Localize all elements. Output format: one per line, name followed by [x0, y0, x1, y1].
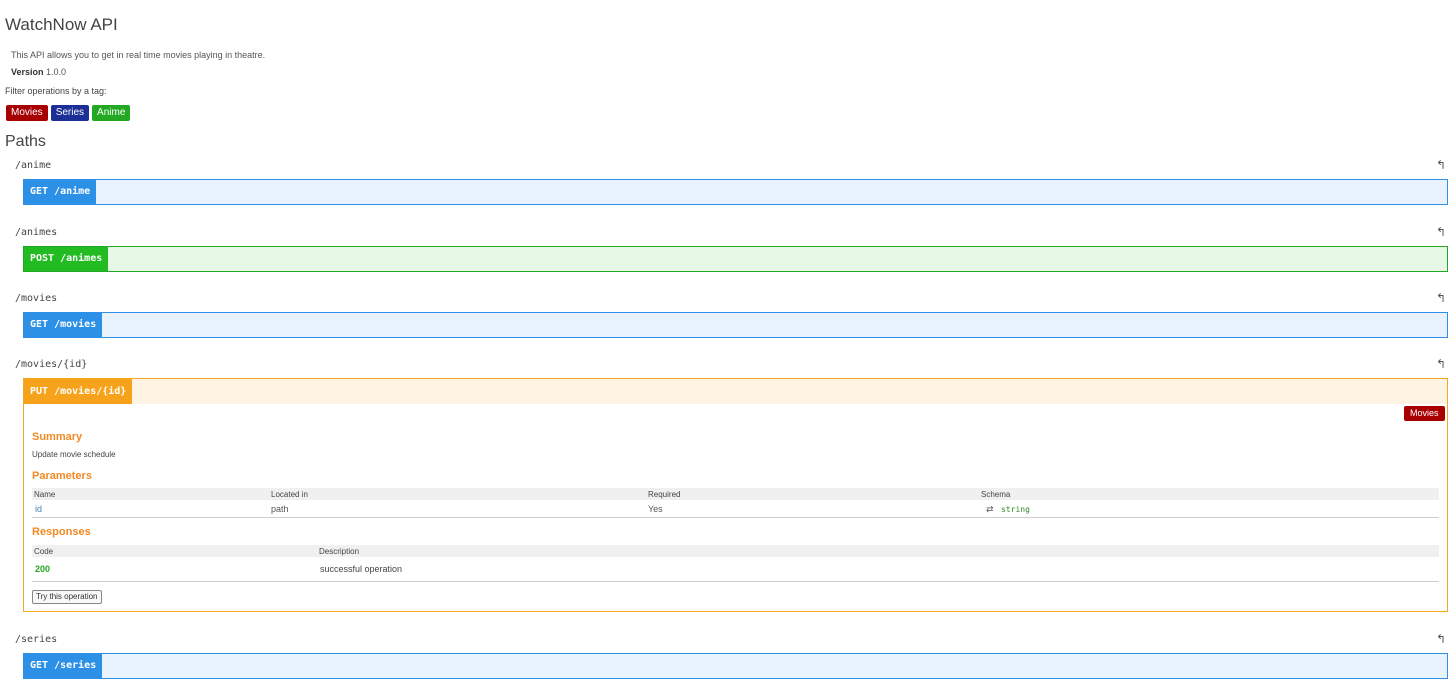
tag-anime[interactable]: Anime — [92, 105, 131, 121]
parameters-heading: Parameters — [32, 470, 92, 482]
path-movies: /movies — [15, 293, 58, 304]
api-version: Version 1.0.0 — [11, 67, 66, 77]
path-series: /series — [15, 634, 58, 645]
parameters-header-row: Name Located in Required Schema — [32, 488, 1439, 500]
operation-tag-badge[interactable]: Movies — [1404, 406, 1445, 421]
response-description: successful operation — [320, 564, 403, 574]
summary-heading: Summary — [32, 431, 83, 443]
back-arrow-icon[interactable]: ↰ — [1436, 291, 1446, 305]
operation-label[interactable]: GET /anime — [24, 180, 97, 204]
col-name: Name — [34, 490, 56, 499]
operation-label[interactable]: GET /movies — [24, 313, 103, 337]
col-description: Description — [319, 547, 360, 556]
version-value: 1.0.0 — [46, 67, 67, 77]
operation-label[interactable]: PUT /movies/{id} — [24, 379, 133, 404]
back-arrow-icon[interactable]: ↰ — [1436, 225, 1446, 239]
operation-get-series[interactable]: GET /series — [23, 653, 1448, 679]
col-required: Required — [648, 490, 681, 499]
summary-text: Update movie schedule — [32, 450, 116, 459]
responses-header-row: Code Description — [32, 545, 1439, 557]
param-name: id — [35, 504, 43, 514]
operation-header[interactable]: PUT /movies/{id} — [24, 379, 1447, 404]
try-operation-button[interactable]: Try this operation — [32, 590, 102, 604]
responses-heading: Responses — [32, 526, 91, 538]
path-movies-id: /movies/{id} — [15, 359, 88, 370]
back-arrow-icon[interactable]: ↰ — [1436, 357, 1446, 371]
tag-movies[interactable]: Movies — [6, 105, 48, 121]
param-required: Yes — [648, 504, 663, 514]
back-arrow-icon[interactable]: ↰ — [1436, 158, 1446, 172]
tag-series[interactable]: Series — [50, 105, 90, 121]
col-located-in: Located in — [271, 490, 308, 499]
operation-label[interactable]: POST /animes — [24, 247, 109, 271]
col-code: Code — [34, 547, 54, 556]
api-title: WatchNow API — [5, 15, 118, 34]
back-arrow-icon[interactable]: ↰ — [1436, 632, 1446, 646]
divider — [32, 517, 1439, 518]
filter-label: Filter operations by a tag: — [5, 86, 107, 96]
operation-get-anime[interactable]: GET /anime — [23, 179, 1448, 205]
operation-put-movies-id: PUT /movies/{id} Movies Summary Update m… — [23, 378, 1448, 612]
paths-heading: Paths — [5, 133, 46, 150]
operation-post-animes[interactable]: POST /animes — [23, 246, 1448, 272]
response-code: 200 — [35, 564, 51, 574]
path-animes: /animes — [15, 227, 58, 238]
schema-toggle-icon[interactable]: ⇄ — [986, 504, 994, 515]
api-description: This API allows you to get in real time … — [11, 50, 266, 60]
path-anime: /anime — [15, 160, 52, 171]
version-label: Version — [11, 67, 44, 77]
operation-get-movies[interactable]: GET /movies — [23, 312, 1448, 338]
divider — [32, 581, 1439, 582]
param-schema: string — [1001, 505, 1030, 514]
col-schema: Schema — [981, 490, 1011, 499]
operation-label[interactable]: GET /series — [24, 654, 103, 678]
param-located-in: path — [271, 504, 289, 514]
tag-filter-list: Movies Series Anime — [6, 105, 131, 121]
